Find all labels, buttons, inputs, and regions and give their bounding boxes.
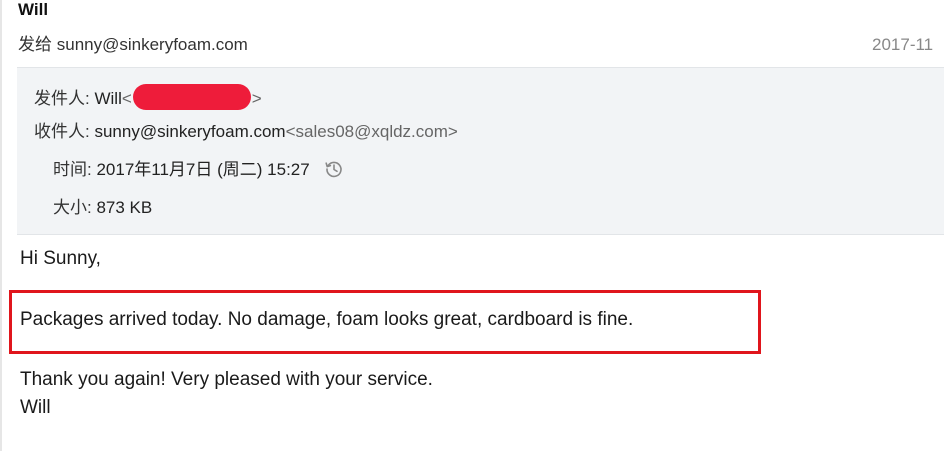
redacted-email bbox=[132, 84, 251, 110]
to-address[interactable]: sunny@sinkeryfoam.com bbox=[94, 122, 285, 141]
to-row: 收件人: sunny@sinkeryfoam.com<sales08@xqldz… bbox=[34, 120, 458, 144]
body-thanks: Thank you again! Very pleased with your … bbox=[20, 369, 433, 390]
email-details-panel: 发件人: Will< > 收件人: sunny@sinkeryfoam.com<s… bbox=[17, 67, 944, 235]
from-close-bracket: > bbox=[251, 89, 262, 108]
from-name[interactable]: Will bbox=[94, 89, 121, 108]
sent-to-label: 发给 bbox=[18, 35, 52, 54]
body-signature: Will bbox=[20, 397, 51, 418]
body-greeting: Hi Sunny, bbox=[20, 248, 101, 269]
to-label: 收件人: bbox=[34, 122, 90, 141]
size-row: 大小: 873 KB bbox=[53, 196, 152, 220]
time-label: 时间: bbox=[53, 160, 92, 179]
from-label: 发件人: bbox=[34, 89, 90, 108]
body-highlighted-line: Packages arrived today. No damage, foam … bbox=[20, 309, 634, 330]
recipient-summary[interactable]: 发给 sunny@sinkeryfoam.com bbox=[18, 33, 248, 57]
email-date: 2017-11 bbox=[872, 35, 934, 54]
size-value: 873 KB bbox=[96, 198, 153, 217]
size-label: 大小: bbox=[53, 198, 92, 217]
left-border bbox=[0, 0, 2, 451]
time-value: 2017年11月7日 (周二) 15:27 bbox=[96, 160, 310, 179]
from-row: 发件人: Will< > bbox=[34, 84, 262, 111]
time-row: 时间: 2017年11月7日 (周二) 15:27 bbox=[53, 158, 344, 182]
sender-name[interactable]: Will bbox=[18, 0, 48, 20]
to-alias[interactable]: <sales08@xqldz.com> bbox=[286, 122, 458, 141]
from-open-bracket: < bbox=[121, 89, 132, 108]
sent-to-address[interactable]: sunny@sinkeryfoam.com bbox=[57, 35, 248, 54]
history-icon[interactable] bbox=[324, 159, 344, 179]
